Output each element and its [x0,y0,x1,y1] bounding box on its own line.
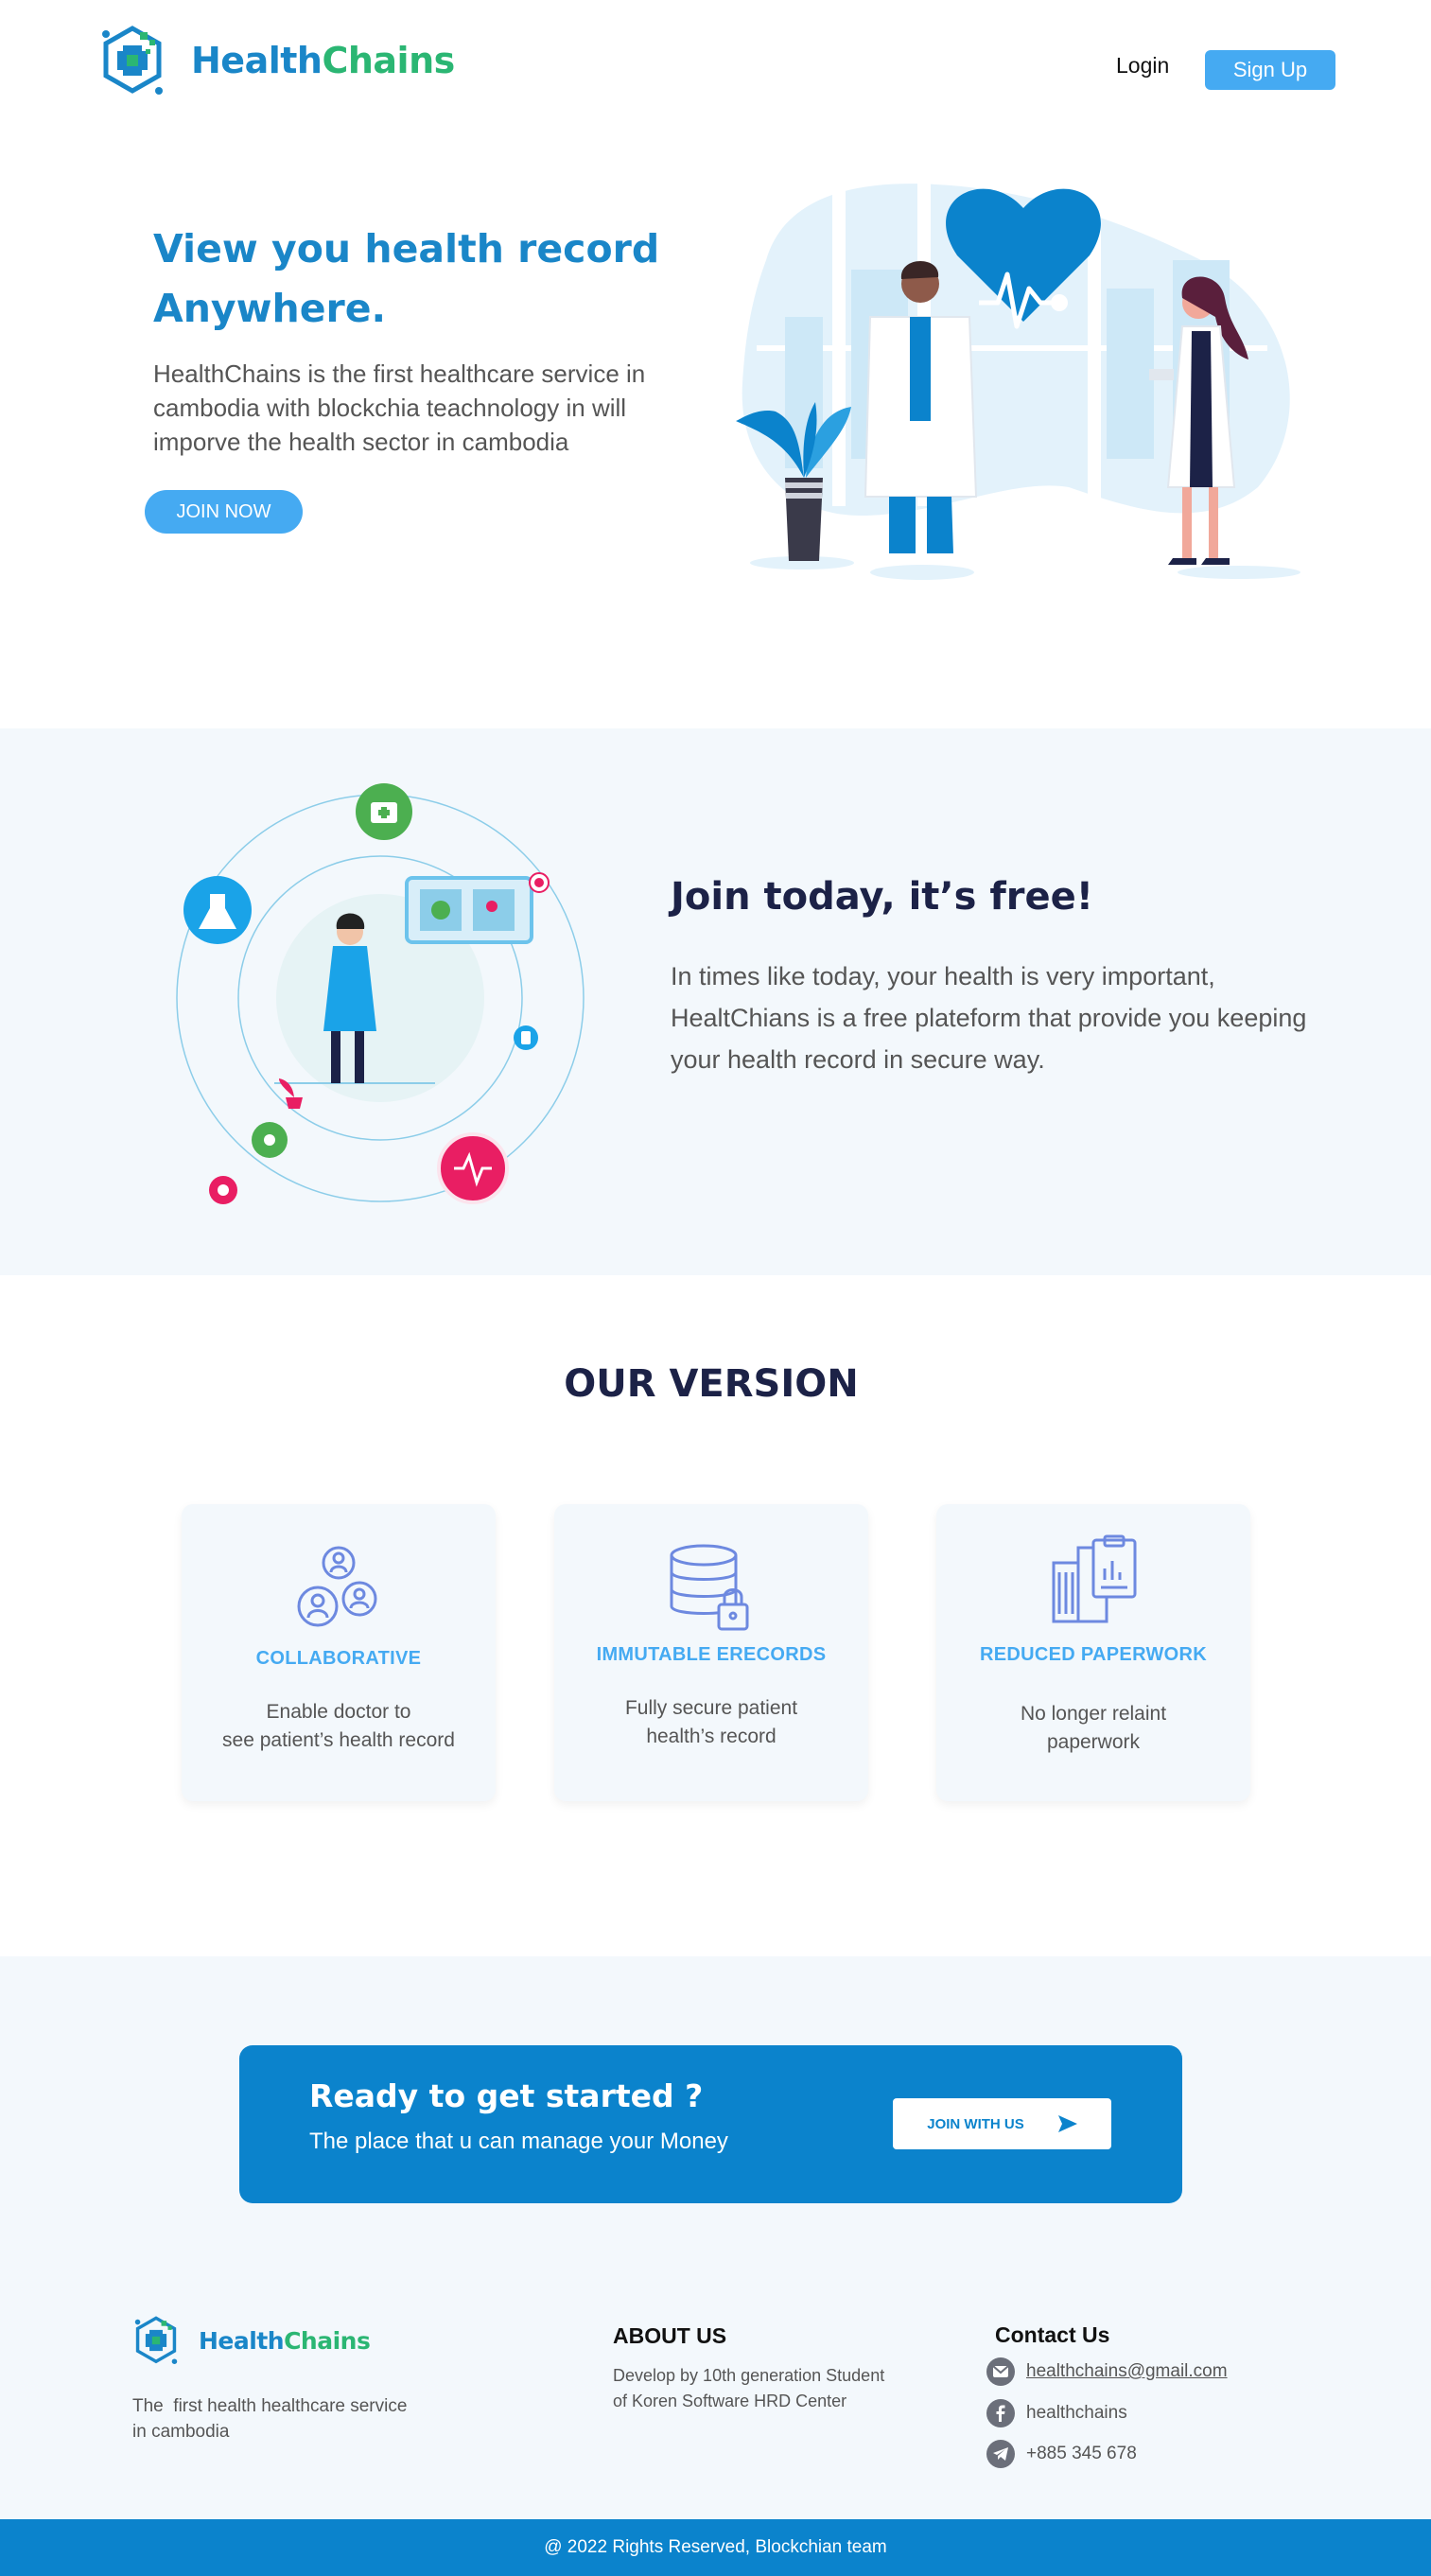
feature-card-text: Enable doctor to see patient’s health re… [182,1698,496,1755]
hero-title: View you health record Anywhere. [153,219,740,339]
footer-description-line1: The first health healthcare service [132,2396,408,2416]
clipboard-building-icon [1052,1534,1137,1623]
version-title: OUR VERSION [564,1362,859,1406]
join-title: Join today, it’s free! [671,875,1093,919]
feature-card-immutable: IMMUTABLE ERECORDS Fully secure patient … [554,1504,868,1801]
site-header: HealthChains Login Sign Up [0,0,1431,142]
telegram-icon [986,2440,1015,2468]
people-network-icon [297,1546,377,1627]
hero-title-line1: View you health record [153,226,660,272]
hero-title-line2: Anywhere. [153,286,387,331]
database-lock-icon [670,1544,749,1631]
feature-card-text: Fully secure patient health’s record [554,1694,868,1751]
feature-card-text-line2: health’s record [646,1726,777,1747]
brand-name: HealthChains [191,40,455,81]
healthchains-logo-icon [134,2316,178,2364]
login-link[interactable]: Login [1116,53,1169,79]
contact-facebook-row: healthchains [986,2399,1127,2427]
hero-description: HealthChains is the first healthcare ser… [153,359,646,456]
feature-card-text: No longer relaint paperwork [936,1700,1250,1757]
feature-card-collaborative: COLLABORATIVE Enable doctor to see patie… [182,1504,496,1801]
contact-email-row: healthchains@gmail.com [986,2357,1228,2386]
send-arrow-icon [1057,2115,1077,2132]
about-text-line2: of Koren Software HRD Center [613,2392,847,2410]
mail-icon [986,2357,1015,2386]
signup-button[interactable]: Sign Up [1205,50,1335,90]
contact-email-link[interactable]: healthchains@gmail.com [1026,2361,1228,2382]
about-text: Develop by 10th generation Student of Ko… [613,2363,953,2414]
join-description: In times like today, your health is very… [671,962,1307,1074]
join-with-us-button[interactable]: JOIN WITH US [893,2098,1111,2149]
feature-card-text-line1: Fully secure patient [624,1697,798,1719]
about-title: ABOUT US [613,2323,727,2348]
cta-banner: Ready to get started ? The place that u … [239,2045,1182,2203]
feature-card-text-line1: Enable doctor to [266,1701,411,1723]
footer-description: The first health healthcare service in c… [132,2393,454,2445]
facebook-icon [986,2399,1015,2427]
contact-facebook-text[interactable]: healthchains [1026,2403,1127,2424]
copyright-bar: @ 2022 Rights Reserved, Blockchian team [0,2519,1431,2576]
join-section: Join today, it’s free! In times like tod… [0,728,1431,1275]
healthchains-logo-icon [102,26,163,95]
footer-brand-name: HealthChains [199,2326,371,2355]
footer-logo[interactable]: HealthChains [132,2314,371,2367]
feature-card-title: COLLABORATIVE [255,1648,422,1669]
contact-phone-row: +885 345 678 [986,2440,1137,2468]
about-text-line1: Develop by 10th generation Student [613,2366,885,2385]
feature-card-title: REDUCED PAPERWORK [980,1644,1207,1665]
feature-card-text-line2: paperwork [1046,1731,1141,1753]
feature-card-text-line2: see patient’s health record [222,1729,455,1751]
contact-title: Contact Us [995,2322,1110,2347]
brand-logo[interactable]: HealthChains [98,23,455,98]
doctors-illustration [736,180,1300,580]
cta-subtitle: The place that u can manage your Money [309,2129,728,2154]
contact-phone-text[interactable]: +885 345 678 [1026,2444,1137,2464]
cta-title: Ready to get started ? [309,2077,704,2114]
feature-card-paperwork: REDUCED PAPERWORK No longer relaint pape… [936,1504,1250,1801]
feature-card-title: IMMUTABLE ERECORDS [596,1644,827,1665]
feature-card-text-line1: No longer relaint [1020,1703,1167,1725]
join-with-us-label: JOIN WITH US [927,2115,1024,2132]
join-now-button[interactable]: JOIN NOW [145,490,303,534]
footer-description-line2: in cambodia [132,2422,230,2442]
doctor-orbit-illustration [176,783,585,1204]
